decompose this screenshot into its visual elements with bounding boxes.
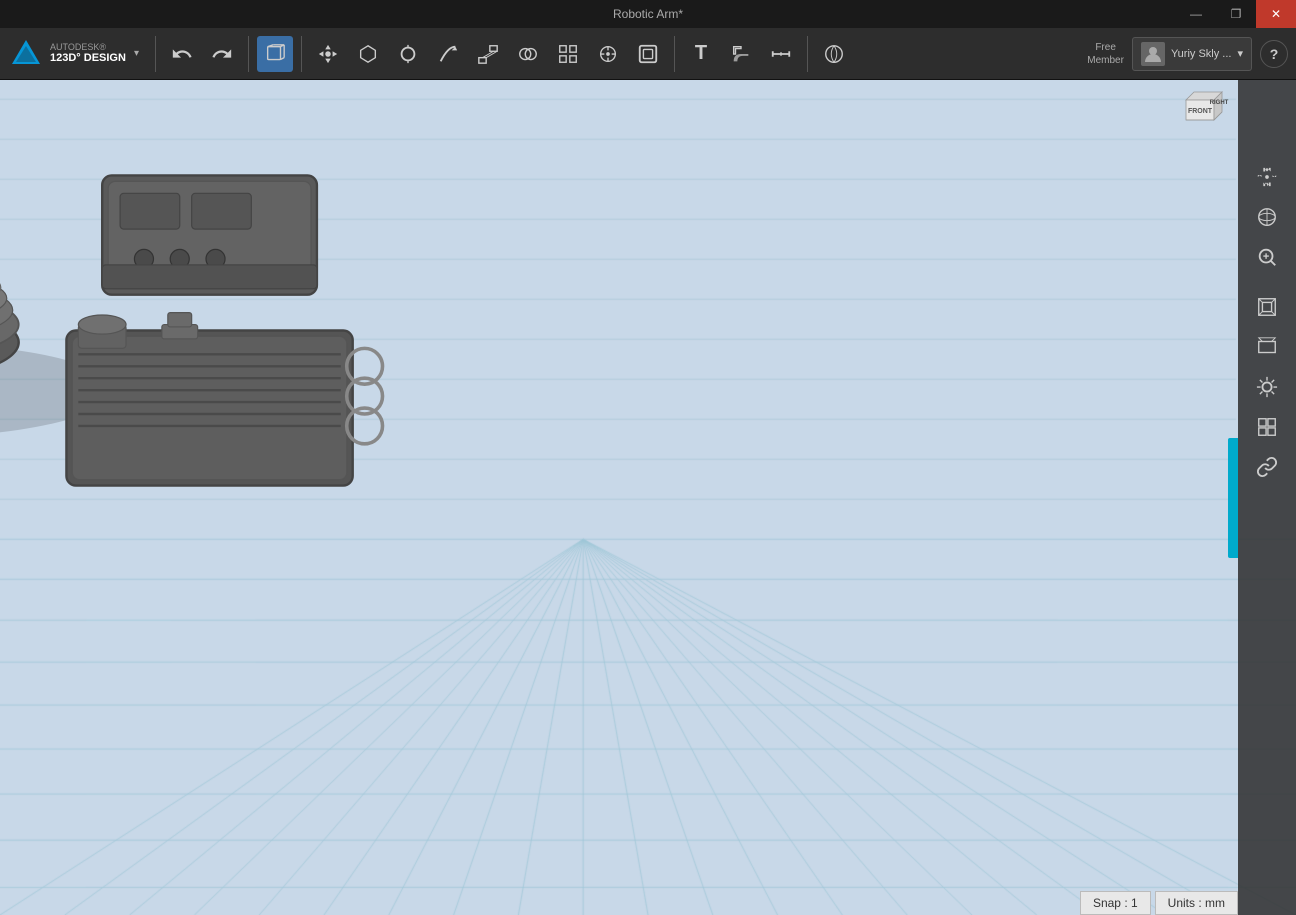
transform-icon <box>317 43 339 65</box>
loft-button[interactable] <box>470 36 506 72</box>
user-dropdown-arrow: ▾ <box>1237 47 1243 60</box>
divider-2 <box>248 36 249 72</box>
viewcube[interactable]: FRONT RIGHT <box>1168 88 1232 152</box>
divider-5 <box>807 36 808 72</box>
orbit-icon <box>1256 206 1278 228</box>
link-button[interactable] <box>1248 448 1286 486</box>
cyan-accent-panel <box>1228 438 1238 558</box>
fit-icon <box>1256 296 1278 318</box>
membership-status: Free Member <box>1087 41 1124 67</box>
pattern-button[interactable] <box>550 36 586 72</box>
shell-button[interactable] <box>630 36 666 72</box>
close-button[interactable]: ✕ <box>1256 0 1296 28</box>
window-title: Robotic Arm* <box>613 7 683 21</box>
measure-button[interactable] <box>763 36 799 72</box>
text-icon: T <box>695 42 707 65</box>
main-toolbar: AUTODESK® 123D° DESIGN ▾ <box>0 28 1296 80</box>
snap-button[interactable] <box>590 36 626 72</box>
divider-4 <box>674 36 675 72</box>
status-bar: Snap : 1 Units : mm <box>1080 891 1238 915</box>
autodesk-logo-icon <box>8 36 44 72</box>
product-name: 123D° DESIGN <box>50 52 126 65</box>
snap-icon <box>597 43 619 65</box>
primitives-button[interactable] <box>257 36 293 72</box>
pan-button[interactable] <box>1248 158 1286 196</box>
grid-icon <box>1256 416 1278 438</box>
link-icon <box>1256 456 1278 478</box>
sweep-button[interactable] <box>430 36 466 72</box>
units-status[interactable]: Units : mm <box>1155 891 1238 915</box>
loft-icon <box>477 43 499 65</box>
help-button[interactable]: ? <box>1260 40 1288 68</box>
materials-button[interactable] <box>816 36 852 72</box>
extrude-button[interactable] <box>350 36 386 72</box>
user-area: Free Member Yuriy Skly ... ▾ ? <box>1087 37 1288 71</box>
redo-icon <box>211 43 233 65</box>
undo-button[interactable] <box>164 36 200 72</box>
view-controls-panel <box>1238 80 1296 915</box>
maximize-button[interactable]: ❐ <box>1216 0 1256 28</box>
pan-icon <box>1256 166 1278 188</box>
logo-text: AUTODESK® 123D° DESIGN <box>50 42 126 66</box>
logo-dropdown-arrow[interactable]: ▾ <box>134 48 139 59</box>
viewcube-svg: FRONT RIGHT <box>1168 88 1232 152</box>
grid-display-button[interactable] <box>1248 408 1286 446</box>
divider-3 <box>301 36 302 72</box>
logo-area: AUTODESK® 123D° DESIGN ▾ <box>8 36 139 72</box>
revolve-icon <box>397 43 419 65</box>
primitives-icon <box>264 43 286 65</box>
text-button[interactable]: T <box>683 36 719 72</box>
pattern-icon <box>557 43 579 65</box>
autodesk-name: AUTODESK® <box>50 42 126 53</box>
perspective-icon <box>1256 336 1278 358</box>
boolean-button[interactable] <box>510 36 546 72</box>
svg-text:RIGHT: RIGHT <box>1210 100 1229 106</box>
fit-view-button[interactable] <box>1248 288 1286 326</box>
svg-text:FRONT: FRONT <box>1188 108 1213 115</box>
user-account-button[interactable]: Yuriy Skly ... ▾ <box>1132 37 1252 71</box>
user-icon <box>1143 44 1163 64</box>
display-mode-button[interactable] <box>1248 368 1286 406</box>
display-icon <box>1256 376 1278 398</box>
user-name: Yuriy Skly ... <box>1171 48 1232 60</box>
shell-icon <box>637 43 659 65</box>
materials-icon <box>823 43 845 65</box>
measure-icon <box>770 43 792 65</box>
fillet-button[interactable] <box>723 36 759 72</box>
sweep-icon <box>437 43 459 65</box>
zoom-icon <box>1256 246 1278 268</box>
zoom-button[interactable] <box>1248 238 1286 276</box>
perspective-button[interactable] <box>1248 328 1286 366</box>
extrude-icon <box>357 43 379 65</box>
window-controls: — ❐ ✕ <box>1176 0 1296 28</box>
orbit-button[interactable] <box>1248 198 1286 236</box>
snap-status[interactable]: Snap : 1 <box>1080 891 1151 915</box>
grid-canvas <box>0 80 1296 915</box>
transform-button[interactable] <box>310 36 346 72</box>
titlebar: Robotic Arm* — ❐ ✕ <box>0 0 1296 28</box>
minimize-button[interactable]: — <box>1176 0 1216 28</box>
boolean-icon <box>517 43 539 65</box>
user-avatar <box>1141 42 1165 66</box>
undo-icon <box>171 43 193 65</box>
divider-1 <box>155 36 156 72</box>
revolve-button[interactable] <box>390 36 426 72</box>
redo-button[interactable] <box>204 36 240 72</box>
fillet-icon <box>730 43 752 65</box>
main-canvas[interactable]: FRONT RIGHT <box>0 80 1296 915</box>
